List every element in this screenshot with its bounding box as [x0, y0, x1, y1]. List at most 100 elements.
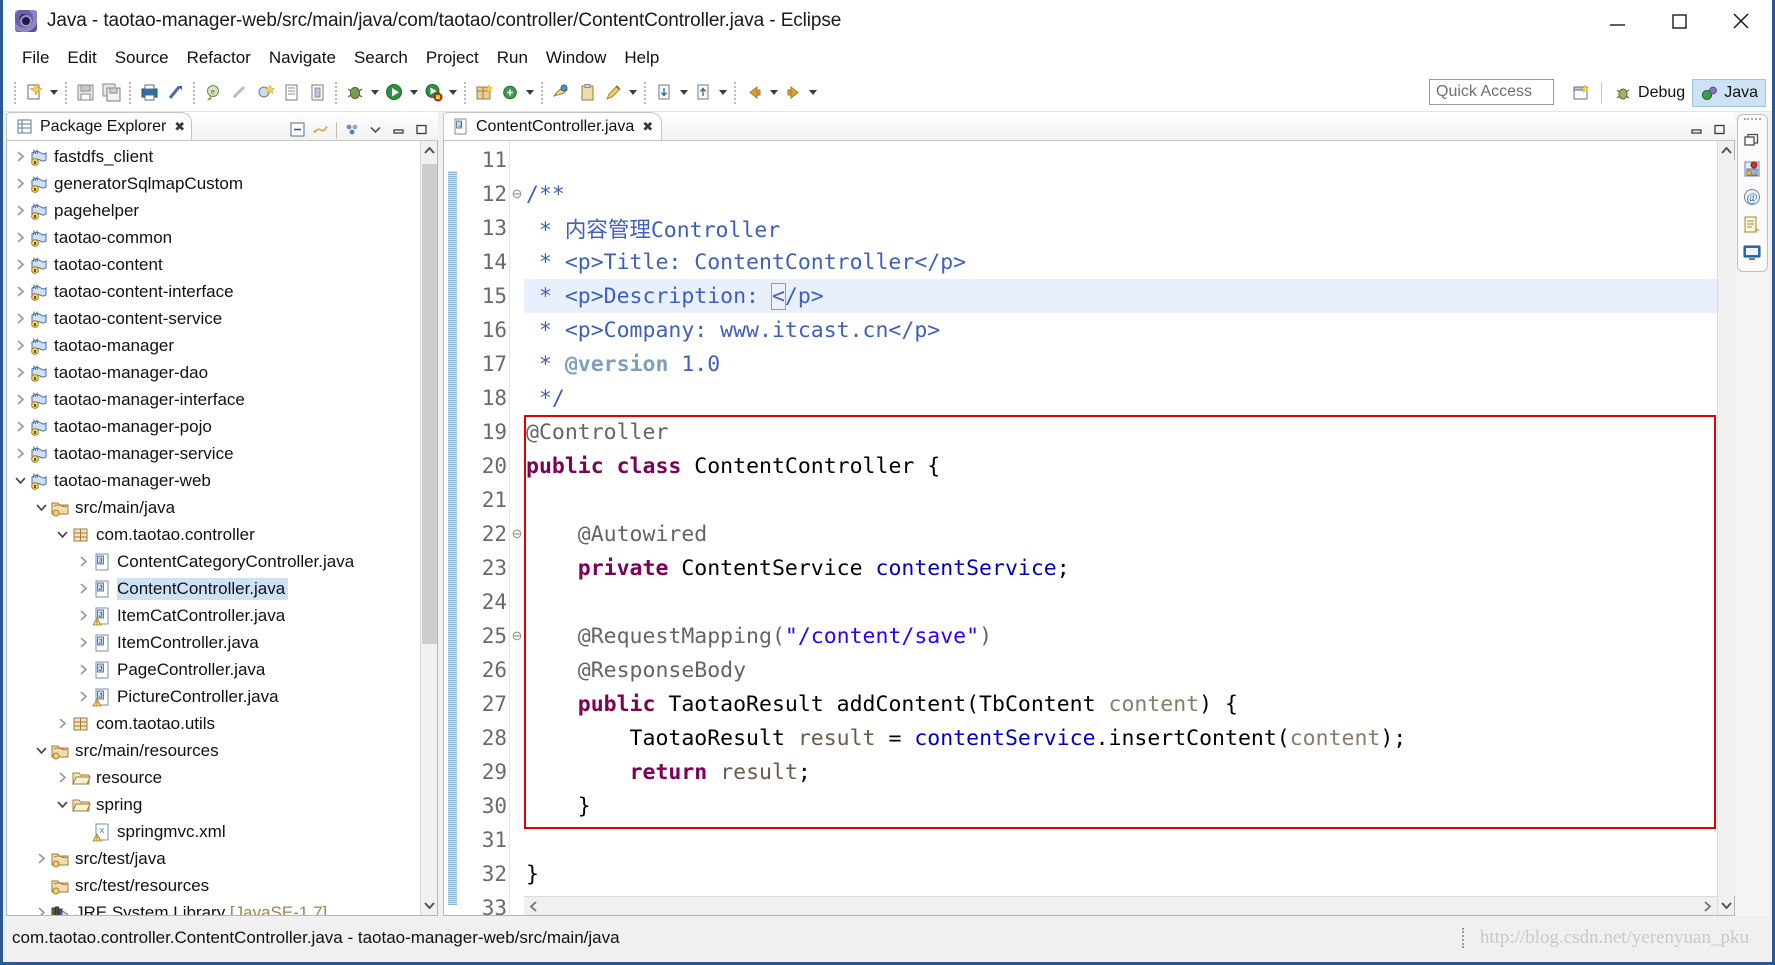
editor-annotation-ruler[interactable] [444, 141, 460, 915]
next-annotation-icon[interactable] [690, 79, 716, 107]
edit-pencil-icon[interactable] [600, 79, 626, 107]
close-button[interactable] [1710, 0, 1772, 42]
new-wizard-dropdown-icon[interactable] [47, 79, 60, 107]
new-package-icon[interactable] [471, 79, 497, 107]
tree-item[interactable]: Mtaotao-content-service [7, 305, 420, 332]
tree-item[interactable]: J! ItemCatController.java [7, 602, 420, 629]
code-line[interactable] [524, 143, 1717, 177]
chevron-right-icon[interactable] [11, 143, 29, 170]
tree-item[interactable]: Mtaotao-manager-service [7, 440, 420, 467]
scroll-down-icon[interactable] [1718, 896, 1735, 915]
fold-collapse-icon[interactable]: ⊖ [510, 517, 524, 551]
quick-access-input[interactable]: Quick Access [1429, 79, 1554, 105]
tab-package-explorer[interactable]: Package Explorer ✖ [6, 112, 193, 140]
menu-edit[interactable]: Edit [58, 45, 105, 71]
open-perspective-button[interactable] [1566, 79, 1596, 107]
back-icon[interactable] [741, 79, 767, 107]
code-line[interactable] [524, 891, 1717, 896]
chevron-right-icon[interactable] [11, 332, 29, 359]
fold-collapse-icon[interactable]: ⊖ [510, 619, 524, 653]
close-icon[interactable]: ✖ [174, 119, 185, 135]
maximize-icon[interactable] [411, 119, 432, 140]
code-line[interactable]: * <p>Company: www.itcast.cn</p> [524, 313, 1717, 347]
chevron-down-icon[interactable] [53, 521, 71, 548]
tree-item[interactable]: src/test/java [7, 845, 420, 872]
chevron-right-icon[interactable] [74, 548, 92, 575]
save-all-icon[interactable] [98, 79, 124, 107]
external-tools-dropdown-icon[interactable] [446, 79, 459, 107]
run-external-tools-icon[interactable] [420, 79, 446, 107]
scroll-right-icon[interactable] [1698, 897, 1717, 916]
scrollbar-thumb[interactable] [421, 164, 437, 644]
close-icon[interactable]: ✖ [642, 119, 653, 135]
chevron-right-icon[interactable] [11, 305, 29, 332]
tree-item[interactable]: Mtaotao-manager-pojo [7, 413, 420, 440]
collapse-all-icon[interactable] [287, 119, 308, 140]
tree-item[interactable]: com.taotao.utils [7, 710, 420, 737]
chevron-down-icon[interactable] [53, 791, 71, 818]
chevron-right-icon[interactable] [74, 602, 92, 629]
outline-icon[interactable] [1740, 213, 1764, 237]
chevron-right-icon[interactable] [11, 278, 29, 305]
forward-dropdown-icon[interactable] [806, 79, 819, 107]
previous-annotation-icon[interactable] [651, 79, 677, 107]
servers-icon[interactable] [1740, 157, 1764, 181]
tab-content-controller-java[interactable]: J ContentController.java ✖ [443, 112, 663, 140]
maximize-button[interactable] [1648, 0, 1710, 42]
tree-item[interactable]: JRE System Library [JavaSE-1.7] [7, 899, 420, 915]
chevron-right-icon[interactable] [11, 359, 29, 386]
maven-dropdown-icon[interactable] [523, 79, 536, 107]
perspective-debug[interactable]: Debug [1607, 79, 1692, 107]
chevron-right-icon[interactable] [11, 251, 29, 278]
menu-search[interactable]: Search [345, 45, 417, 71]
chevron-down-icon[interactable] [11, 467, 29, 494]
code-line[interactable]: public class ContentController { [524, 449, 1717, 483]
menu-window[interactable]: Window [537, 45, 615, 71]
package-explorer-tree[interactable]: Mfastdfs_client MgeneratorSqlmapCustom Mpa… [7, 141, 420, 915]
tree-item[interactable]: src/main/java [7, 494, 420, 521]
code-line[interactable]: } [524, 789, 1717, 823]
toggle-block-selection-icon[interactable] [304, 79, 330, 107]
perspective-java[interactable]: Java [1692, 79, 1766, 107]
code-line[interactable] [524, 823, 1717, 857]
minimize-icon[interactable] [1686, 119, 1707, 140]
view-menu-icon[interactable] [342, 119, 363, 140]
chevron-down-icon[interactable] [365, 119, 386, 140]
back-dropdown-icon[interactable] [767, 79, 780, 107]
chevron-down-icon[interactable] [32, 494, 50, 521]
tree-item[interactable]: spring [7, 791, 420, 818]
code-line[interactable]: TaotaoResult result = contentService .ins… [524, 721, 1717, 755]
maximize-icon[interactable] [1709, 119, 1730, 140]
chevron-right-icon[interactable] [74, 656, 92, 683]
new-java-class-icon[interactable] [252, 79, 278, 107]
code-line[interactable] [524, 483, 1717, 517]
code-line[interactable]: @Controller [524, 415, 1717, 449]
tree-item[interactable]: Mpagehelper [7, 197, 420, 224]
menu-help[interactable]: Help [615, 45, 668, 71]
chevron-right-icon[interactable] [74, 629, 92, 656]
editor-folding-ruler[interactable]: ⊖ ⊖ ⊖ [510, 141, 524, 915]
paste-icon[interactable] [574, 79, 600, 107]
link-with-editor-icon[interactable] [310, 119, 331, 140]
code-line[interactable]: return result; [524, 755, 1717, 789]
editor-horizontal-scrollbar[interactable] [524, 896, 1717, 915]
open-type-icon[interactable] [278, 79, 304, 107]
restore-icon[interactable] [1740, 129, 1764, 153]
code-line[interactable]: } [524, 857, 1717, 891]
code-line[interactable]: public TaotaoResult addContent(TbContent… [524, 687, 1717, 721]
chevron-right-icon[interactable] [74, 683, 92, 710]
run-icon[interactable] [381, 79, 407, 107]
new-maven-project-icon[interactable] [497, 79, 523, 107]
scroll-up-icon[interactable] [1718, 141, 1735, 160]
forward-icon[interactable] [780, 79, 806, 107]
tree-item[interactable]: MgeneratorSqlmapCustom [7, 170, 420, 197]
code-line[interactable]: * <p>Title: ContentController</p> [524, 245, 1717, 279]
debug-icon[interactable] [342, 79, 368, 107]
chevron-right-icon[interactable] [11, 413, 29, 440]
package-explorer-scrollbar[interactable] [420, 141, 437, 915]
editor-vertical-scrollbar[interactable] [1717, 141, 1735, 915]
tree-item[interactable]: J ItemController.java [7, 629, 420, 656]
tree-item[interactable]: resource [7, 764, 420, 791]
code-line-current[interactable]: * <p>Description: </p> [524, 279, 1717, 313]
new-wizard-icon[interactable] [21, 79, 47, 107]
